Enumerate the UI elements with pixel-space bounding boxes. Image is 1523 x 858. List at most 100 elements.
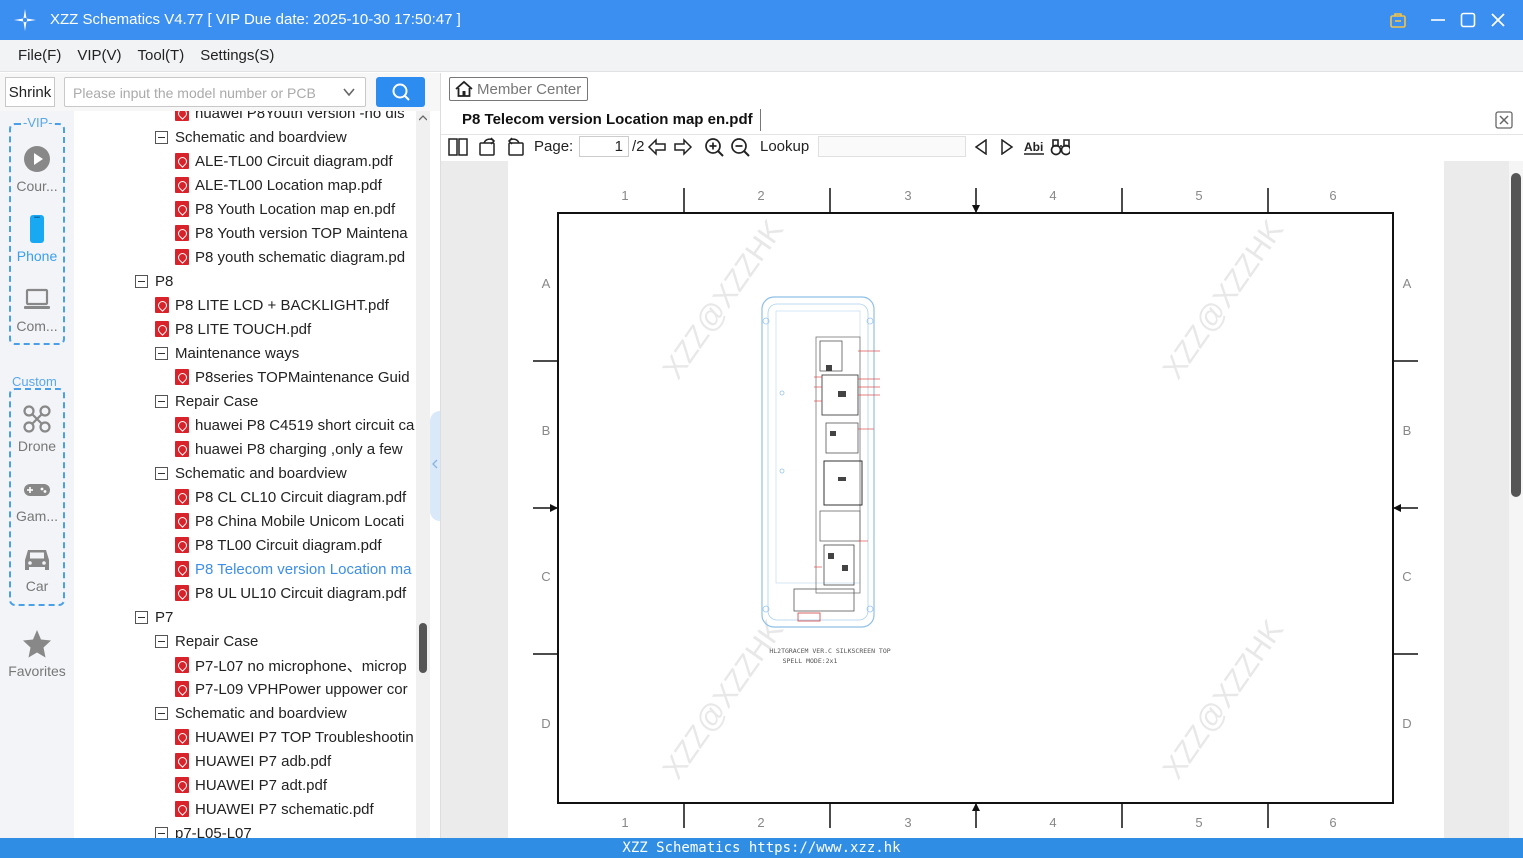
model-search-box[interactable]: [64, 77, 366, 107]
rotate-right-button[interactable]: [505, 137, 525, 157]
tree-folder[interactable]: p7-L05-L07: [155, 821, 252, 838]
zoom-out-button[interactable]: [730, 137, 750, 157]
collapse-toggle-icon[interactable]: [155, 706, 168, 720]
tree-folder[interactable]: Schematic and boardview: [155, 125, 347, 149]
tree-file[interactable]: P8 Telecom version Location ma: [175, 557, 412, 581]
collapse-toggle-icon[interactable]: [135, 274, 148, 288]
search-button[interactable]: [376, 77, 425, 107]
col-label: 2: [757, 815, 764, 830]
next-page-button[interactable]: [673, 137, 693, 157]
find-next-button[interactable]: [997, 137, 1017, 157]
rail-item-favorites[interactable]: Favorites: [0, 629, 74, 679]
viewer-scrollbar[interactable]: [1509, 161, 1523, 838]
model-search-input[interactable]: [73, 83, 335, 103]
find-prev-button[interactable]: [971, 137, 991, 157]
menu-tool[interactable]: Tool(T): [138, 47, 185, 64]
tree-file[interactable]: P8 CL CL10 Circuit diagram.pdf: [175, 485, 406, 509]
tree-file[interactable]: P8 China Mobile Unicom Locati: [175, 509, 404, 533]
collapse-toggle-icon[interactable]: [155, 346, 168, 360]
close-document-icon[interactable]: [1495, 111, 1513, 129]
collapse-toggle-icon[interactable]: [155, 394, 168, 408]
tree-file[interactable]: HUAWEI P7 adb.pdf: [175, 749, 331, 773]
collapse-toggle-icon[interactable]: [155, 466, 168, 480]
pdf-viewer[interactable]: XZZ@XZZHK XZZ@XZZHK XZZ@XZZHK XZZ@XZZHK: [441, 161, 1509, 838]
maximize-button[interactable]: [1456, 8, 1480, 32]
tree-folder[interactable]: Repair Case: [155, 389, 258, 413]
tree-file[interactable]: P7-L07 no microphone、microp: [175, 653, 407, 677]
two-page-view-button[interactable]: [448, 137, 468, 157]
tree-folder[interactable]: Repair Case: [155, 629, 258, 653]
tree-file[interactable]: P8 LITE LCD + BACKLIGHT.pdf: [155, 293, 389, 317]
tree-file[interactable]: ALE-TL00 Circuit diagram.pdf: [175, 149, 393, 173]
tree-node-label: P8 TL00 Circuit diagram.pdf: [195, 536, 382, 554]
rail-item-game[interactable]: Gam...: [0, 474, 74, 524]
rail-label: Cour...: [16, 178, 58, 194]
tab-document[interactable]: P8 Telecom version Location map en.pdf: [462, 111, 753, 128]
tree-file[interactable]: P8 youth schematic diagram.pd: [175, 245, 405, 269]
tree-node-label: Repair Case: [175, 392, 259, 410]
tree-file[interactable]: HUAWEI P7 TOP Troubleshootin: [175, 725, 414, 749]
pdf-file-icon: [175, 111, 189, 121]
zoom-in-button[interactable]: [704, 137, 724, 157]
tree-file[interactable]: P8 Youth version TOP Maintena: [175, 221, 408, 245]
viewer-scroll-thumb[interactable]: [1511, 173, 1521, 497]
tree-file[interactable]: P8 UL UL10 Circuit diagram.pdf: [175, 581, 406, 605]
custom-group-label: Custom: [11, 374, 58, 389]
menu-settings[interactable]: Settings(S): [200, 47, 274, 64]
rail-item-courses[interactable]: Cour...: [0, 144, 74, 194]
tree-file[interactable]: P7-L09 VPHPower uppower cor: [175, 677, 408, 701]
pcb-board: [761, 296, 880, 628]
match-case-button[interactable]: Abi: [1023, 137, 1045, 157]
panel-splitter[interactable]: [430, 411, 440, 521]
rail-item-drone[interactable]: Drone: [0, 404, 74, 454]
collapse-toggle-icon[interactable]: [135, 610, 148, 624]
tree-folder[interactable]: Maintenance ways: [155, 341, 299, 365]
collapse-toggle-icon[interactable]: [155, 826, 168, 838]
tree-scroll-thumb[interactable]: [419, 623, 427, 673]
page-number-input[interactable]: 1: [579, 136, 629, 157]
tree-file[interactable]: P8 Youth Location map en.pdf: [175, 197, 395, 221]
pdf-file-icon: [175, 513, 189, 529]
close-button[interactable]: [1486, 8, 1510, 32]
vip-bag-icon[interactable]: [1386, 8, 1410, 32]
caption-line2: SPELL MODE:2x1: [783, 657, 838, 665]
collapse-toggle-icon[interactable]: [155, 130, 168, 144]
pdf-file-icon: [155, 297, 169, 313]
tree-file[interactable]: P8series TOPMaintenance Guid: [175, 365, 410, 389]
tree-file[interactable]: huawei P8Youth version -no dis: [175, 111, 405, 125]
prev-page-button[interactable]: [647, 137, 667, 157]
scroll-up-icon[interactable]: [419, 115, 427, 121]
schematic-drawing: XZZ@XZZHK XZZ@XZZHK XZZ@XZZHK XZZ@XZZHK: [533, 188, 1418, 830]
menu-file[interactable]: File(F): [18, 47, 61, 64]
tree-file[interactable]: P8 TL00 Circuit diagram.pdf: [175, 533, 381, 557]
collapse-arrow-icon[interactable]: [432, 459, 438, 469]
lookup-input[interactable]: [818, 136, 966, 157]
tree-file[interactable]: huawei P8 C4519 short circuit ca: [175, 413, 414, 437]
home-icon: [455, 80, 473, 97]
star-icon: [23, 630, 51, 658]
tree-file[interactable]: ALE-TL00 Location map.pdf: [175, 173, 382, 197]
phone-icon: [30, 215, 44, 243]
binoculars-button[interactable]: [1050, 137, 1070, 157]
tree-scrollbar[interactable]: [416, 111, 430, 838]
tree-folder[interactable]: P8: [135, 269, 173, 293]
minimize-button[interactable]: [1426, 8, 1450, 32]
tree-file[interactable]: huawei P8 charging ,only a few: [175, 437, 403, 461]
member-center-button[interactable]: Member Center: [449, 77, 588, 101]
chevron-down-icon[interactable]: [341, 84, 357, 100]
rail-item-phone[interactable]: Phone: [0, 214, 74, 264]
search-row: Shrink: [0, 73, 440, 111]
tree-folder[interactable]: Schematic and boardview: [155, 701, 347, 725]
rail-label: Car: [25, 578, 49, 594]
menu-vip[interactable]: VIP(V): [77, 47, 121, 64]
rotate-left-button[interactable]: [478, 137, 498, 157]
tree-file[interactable]: HUAWEI P7 schematic.pdf: [175, 797, 374, 821]
tree-folder[interactable]: Schematic and boardview: [155, 461, 347, 485]
rail-item-computer[interactable]: Com...: [0, 284, 74, 334]
tree-file[interactable]: P8 LITE TOUCH.pdf: [155, 317, 311, 341]
rail-item-car[interactable]: Car: [0, 544, 74, 594]
shrink-button[interactable]: Shrink: [5, 77, 55, 107]
collapse-toggle-icon[interactable]: [155, 634, 168, 648]
tree-file[interactable]: HUAWEI P7 adt.pdf: [175, 773, 327, 797]
tree-folder[interactable]: P7: [135, 605, 173, 629]
